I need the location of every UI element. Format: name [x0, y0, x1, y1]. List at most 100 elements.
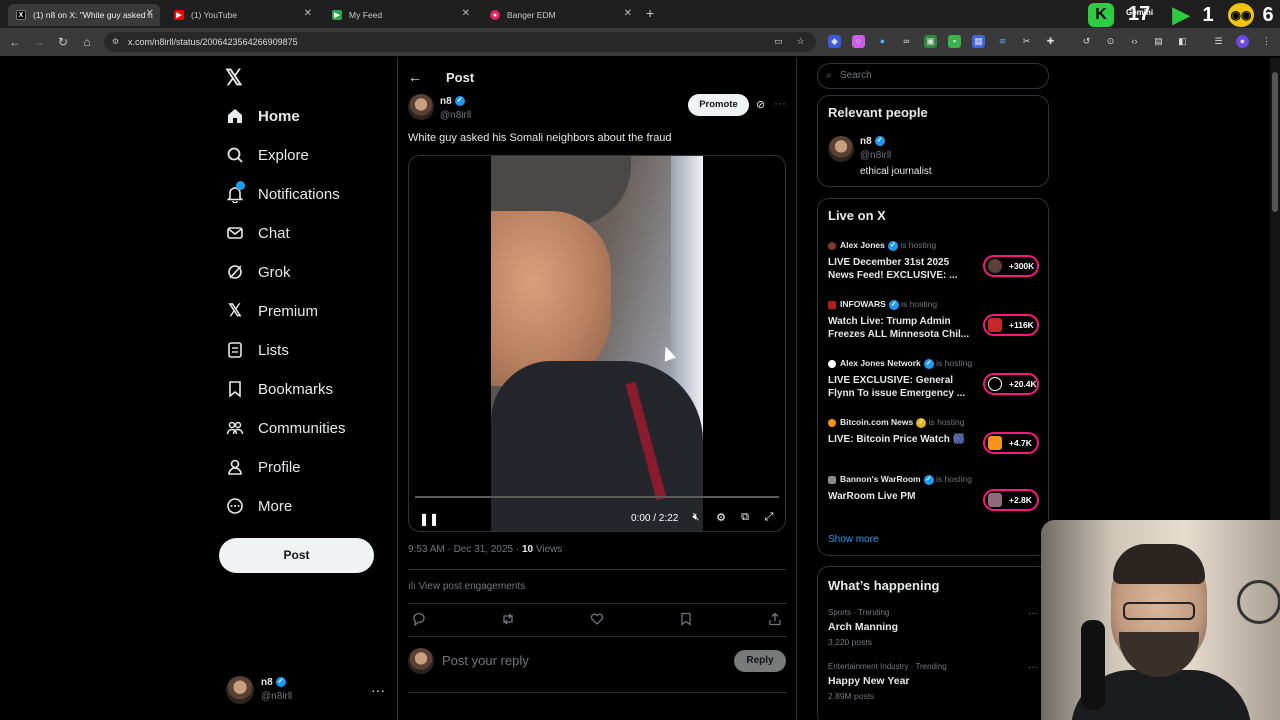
verified-badge-icon: ✓	[454, 96, 465, 107]
scrollbar[interactable]	[1270, 58, 1280, 520]
site-info-icon[interactable]: ⚙	[112, 37, 122, 47]
history-icon[interactable]: ↺	[1080, 35, 1093, 48]
show-more-link[interactable]: Show more	[828, 534, 879, 545]
mute-icon[interactable]: 🔇︎	[689, 511, 703, 524]
nav-lists[interactable]: Lists	[226, 337, 289, 363]
live-item[interactable]: Bannon's WarRoom ✓ is hosting WarRoom Liv…	[828, 474, 1040, 520]
person-handle[interactable]: @n8irll	[860, 150, 891, 161]
gemini-extension[interactable]: Gemini 17	[1124, 3, 1164, 27]
author-name-row[interactable]: n8 ✓	[440, 96, 465, 107]
more-dots-icon[interactable]: ···	[371, 682, 385, 698]
nav-profile[interactable]: Profile	[226, 454, 301, 480]
post-button[interactable]: Post	[219, 538, 374, 573]
tab-banger-edm[interactable]: ● Banger EDM ✕	[482, 4, 638, 26]
nav-grok[interactable]: Grok	[226, 259, 291, 285]
bell-icon	[226, 181, 245, 203]
extension-circle-icon[interactable]: ○	[852, 35, 865, 48]
live-item[interactable]: INFOWARS ✓ is hosting Watch Live: Trump A…	[828, 299, 1040, 345]
pause-icon[interactable]: ❚❚	[419, 512, 439, 526]
cast-icon[interactable]: ▭	[772, 35, 785, 48]
nav-chat[interactable]: Chat	[226, 220, 290, 246]
play-extension-icon[interactable]: ▶	[1168, 2, 1194, 27]
home-browser-icon[interactable]: ⌂	[79, 34, 95, 50]
extension-shield-icon[interactable]: ◆	[828, 35, 841, 48]
url-bar[interactable]: ⚙ x.com/n8irll/status/200642356426690987…	[104, 32, 816, 52]
nav-label: Premium	[258, 302, 319, 320]
main-column: ← Post n8 ✓ @n8irll Promote ⊘ ··· White g…	[397, 58, 797, 720]
x-logo-icon[interactable]: 𝕏	[225, 65, 243, 91]
share-icon[interactable]	[766, 612, 784, 629]
nav-bookmarks[interactable]: Bookmarks	[226, 376, 333, 402]
reply-button[interactable]: Reply	[734, 650, 786, 672]
grok-explain-icon[interactable]: ⊘	[756, 98, 765, 111]
nav-notifications[interactable]: Notifications	[226, 181, 340, 207]
promote-button[interactable]: Promote	[688, 94, 749, 116]
glasses-extension-icon[interactable]: ◉◉	[1228, 3, 1254, 27]
back-arrow-icon[interactable]: ←	[7, 34, 23, 50]
tab-youtube[interactable]: ▶ (1) YouTube ✕	[166, 4, 318, 26]
person-name-row[interactable]: n8 ✓	[860, 136, 885, 147]
author-handle[interactable]: @n8irll	[440, 110, 471, 121]
author-avatar[interactable]	[408, 94, 434, 120]
trend-item[interactable]: Entertainment Industry · Trending Happy …	[828, 662, 1040, 701]
extension-dot-icon[interactable]: ●	[876, 35, 889, 48]
extension-lens-icon[interactable]: ⊙	[1104, 35, 1117, 48]
nav-communities[interactable]: Communities	[226, 415, 346, 441]
video-progress-bar[interactable]	[415, 496, 779, 498]
repost-icon[interactable]	[499, 612, 517, 629]
reload-icon[interactable]: ↻	[55, 34, 71, 50]
like-heart-icon[interactable]	[588, 612, 606, 629]
tab-close-icon[interactable]: ✕	[304, 8, 312, 19]
bookmark-star-icon[interactable]: ☆	[794, 35, 807, 48]
video-player[interactable]: ❚❚ 0:00 / 2:22 🔇︎ ⚙ ⧉ ⤢	[408, 155, 786, 532]
side-panel-icon[interactable]: ◧	[1176, 35, 1189, 48]
more-dots-icon[interactable]: ···	[1028, 662, 1038, 673]
nav-premium[interactable]: 𝕏 Premium	[226, 298, 318, 324]
nav-explore[interactable]: Explore	[226, 142, 309, 168]
tab-close-icon[interactable]: ✕	[624, 8, 632, 19]
fullscreen-icon[interactable]: ⤢	[762, 511, 776, 524]
live-item[interactable]: Bitcoin.com News ✓ is hosting LIVE: Bitco…	[828, 417, 1040, 463]
nav-more[interactable]: More	[226, 493, 292, 519]
tab-close-icon[interactable]: ✕	[146, 8, 154, 19]
extension-windows-icon[interactable]: ▦	[972, 35, 985, 48]
view-engagements-link[interactable]: ılı View post engagements	[408, 581, 525, 592]
scrollbar-thumb[interactable]	[1272, 72, 1278, 212]
reply-icon[interactable]	[410, 612, 428, 629]
live-item[interactable]: Alex Jones Network ✓ is hosting LIVE EXCL…	[828, 358, 1040, 404]
avatar[interactable]	[828, 136, 854, 162]
bookmark-icon[interactable]	[677, 612, 695, 629]
extension-mask-icon[interactable]: ∞	[900, 35, 913, 48]
extension-tool-icon[interactable]: ✂	[1020, 35, 1033, 48]
nav-label: Profile	[258, 458, 301, 476]
search-input[interactable]: ⌕ Search	[817, 63, 1049, 89]
nav-home[interactable]: Home	[226, 103, 300, 129]
more-dots-icon[interactable]: ···	[774, 96, 786, 110]
grok-icon	[226, 263, 244, 281]
devtools-icon[interactable]: ‹›	[1128, 35, 1141, 48]
reply-input[interactable]: Post your reply	[442, 653, 529, 668]
settings-gear-icon[interactable]: ⚙	[714, 511, 728, 524]
more-dots-icon[interactable]: ···	[1028, 608, 1038, 619]
trend-item[interactable]: Sports · Trending Arch Manning 3,220 pos…	[828, 608, 1040, 647]
tab-close-icon[interactable]: ✕	[462, 8, 470, 19]
new-tab-icon[interactable]: +	[646, 5, 654, 21]
post-timestamp[interactable]: 9:53 AM · Dec 31, 2025 ·	[408, 544, 522, 555]
profile-avatar-icon[interactable]: ●	[1236, 35, 1249, 48]
bitcoin-icon	[988, 436, 1002, 450]
account-switcher[interactable]: n8 ✓ @n8irll ···	[226, 676, 386, 708]
tab-my-feed[interactable]: ▶ My Feed ✕	[324, 4, 476, 26]
forward-arrow-icon[interactable]: →	[31, 34, 47, 50]
extensions-puzzle-icon[interactable]: ✚	[1044, 35, 1057, 48]
reading-list-icon[interactable]: ▤	[1152, 35, 1165, 48]
live-item[interactable]: Alex Jones ✓ is hosting LIVE December 31s…	[828, 240, 1040, 286]
extension-square-icon[interactable]: ▪	[948, 35, 961, 48]
picture-in-picture-icon[interactable]: ⧉	[738, 511, 752, 524]
browser-menu-icon[interactable]: ⋮	[1260, 35, 1273, 48]
back-arrow-icon[interactable]: ←	[408, 69, 422, 85]
extension-green-icon[interactable]: ▣	[924, 35, 937, 48]
kick-extension-icon[interactable]: K	[1088, 3, 1114, 27]
extension-wave-icon[interactable]: ≋	[996, 35, 1009, 48]
menu-lines-icon[interactable]: ☰	[1212, 35, 1225, 48]
tab-x-post[interactable]: X (1) n8 on X: "White guy asked h ✕	[8, 4, 160, 26]
